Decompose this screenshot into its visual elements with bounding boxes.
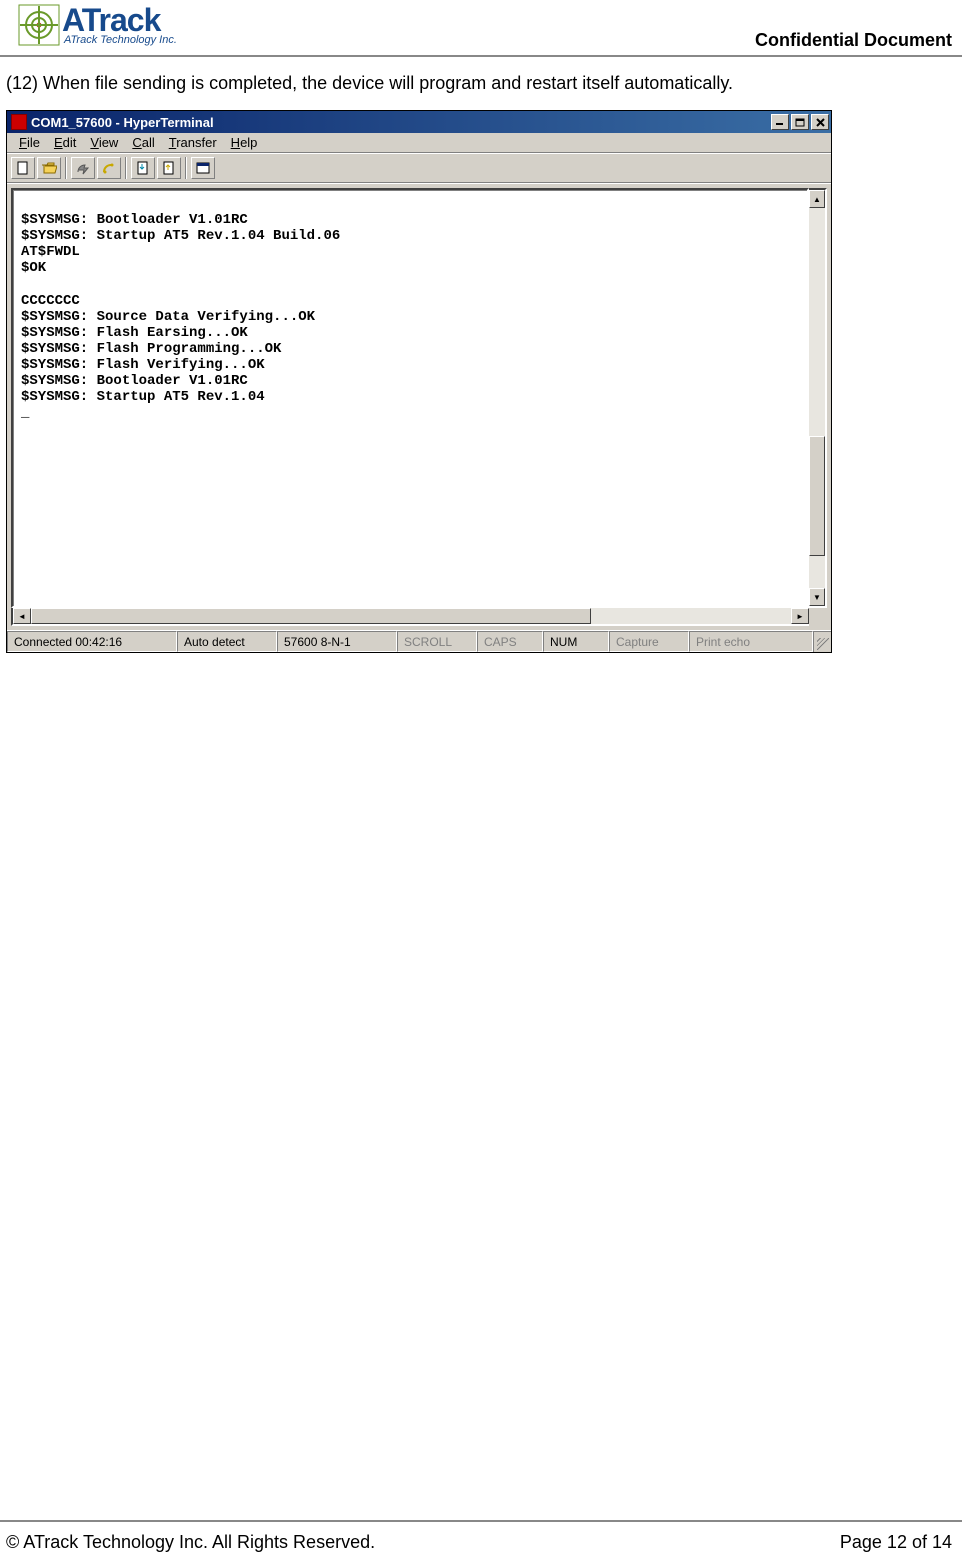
scroll-corner: [809, 608, 827, 626]
disconnect-icon[interactable]: [97, 157, 121, 179]
status-num: NUM: [543, 631, 609, 652]
toolbar: [7, 153, 831, 183]
titlebar[interactable]: COM1_57600 - HyperTerminal: [7, 111, 831, 133]
resize-grip[interactable]: [813, 631, 831, 652]
vertical-scrollbar[interactable]: ▲ ▼: [809, 188, 827, 608]
close-button[interactable]: [811, 114, 829, 130]
menu-file[interactable]: File: [13, 135, 46, 150]
toolbar-separator: [65, 157, 67, 179]
footer-copyright: © ATrack Technology Inc. All Rights Rese…: [6, 1532, 375, 1553]
hyperterminal-window: COM1_57600 - HyperTerminal File Edit Vie…: [6, 110, 832, 653]
status-caps: CAPS: [477, 631, 543, 652]
statusbar: Connected 00:42:16 Auto detect 57600 8-N…: [7, 630, 831, 652]
open-icon[interactable]: [37, 157, 61, 179]
status-capture: Capture: [609, 631, 689, 652]
header-divider: [0, 55, 962, 57]
logo: ATrack ATrack Technology Inc.: [18, 4, 177, 46]
menu-view[interactable]: View: [84, 135, 124, 150]
logo-sub-text: ATrack Technology Inc.: [64, 35, 177, 46]
status-printecho: Print echo: [689, 631, 813, 652]
scroll-down-button[interactable]: ▼: [809, 588, 825, 606]
connect-icon[interactable]: [71, 157, 95, 179]
window-title: COM1_57600 - HyperTerminal: [31, 115, 214, 130]
status-port: 57600 8-N-1: [277, 631, 397, 652]
footer-divider: [0, 1520, 962, 1522]
properties-icon[interactable]: [191, 157, 215, 179]
scroll-right-button[interactable]: ►: [791, 608, 809, 624]
toolbar-separator: [185, 157, 187, 179]
scroll-thumb[interactable]: [809, 436, 825, 556]
logo-target-icon: [18, 4, 60, 46]
new-icon[interactable]: [11, 157, 35, 179]
status-autodetect: Auto detect: [177, 631, 277, 652]
scroll-left-button[interactable]: ◄: [13, 608, 31, 624]
footer-page: Page 12 of 14: [840, 1532, 952, 1553]
toolbar-separator: [125, 157, 127, 179]
menu-help[interactable]: Help: [225, 135, 264, 150]
scroll-up-button[interactable]: ▲: [809, 190, 825, 208]
menu-edit[interactable]: Edit: [48, 135, 82, 150]
confidential-label: Confidential Document: [755, 30, 952, 51]
status-scroll: SCROLL: [397, 631, 477, 652]
menu-transfer[interactable]: Transfer: [163, 135, 223, 150]
minimize-button[interactable]: [771, 114, 789, 130]
send-icon[interactable]: [131, 157, 155, 179]
maximize-button[interactable]: [791, 114, 809, 130]
receive-icon[interactable]: [157, 157, 181, 179]
logo-main-text: ATrack: [62, 4, 177, 36]
menu-call[interactable]: Call: [126, 135, 160, 150]
hscroll-thumb[interactable]: [31, 608, 591, 624]
app-icon: [11, 114, 27, 130]
status-connected: Connected 00:42:16: [7, 631, 177, 652]
scroll-track[interactable]: [809, 208, 825, 588]
horizontal-scrollbar[interactable]: ◄ ►: [11, 608, 809, 626]
step-12-text: (12) When file sending is completed, the…: [0, 73, 962, 110]
terminal-output[interactable]: $SYSMSG: Bootloader V1.01RC $SYSMSG: Sta…: [11, 188, 809, 608]
menubar: File Edit View Call Transfer Help: [7, 133, 831, 153]
